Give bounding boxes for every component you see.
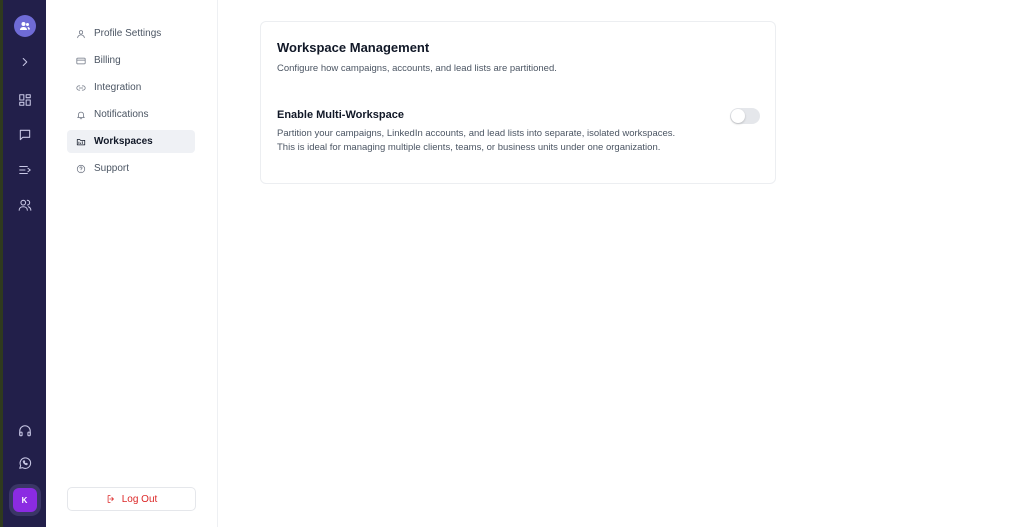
page-subtitle: Configure how campaigns, accounts, and l…: [277, 63, 557, 74]
logout-button[interactable]: Log Out: [67, 487, 196, 511]
sidebar-item-profile-settings[interactable]: Profile Settings: [67, 22, 195, 45]
sidebar-item-integration[interactable]: Integration: [67, 76, 195, 99]
bell-icon: [77, 111, 85, 119]
sidebar-item-workspaces[interactable]: Workspaces: [67, 130, 195, 153]
sidebar-item-label: Billing: [94, 55, 121, 66]
sidebar-item-label: Workspaces: [94, 136, 153, 147]
headphones-icon[interactable]: [13, 419, 37, 443]
link-icon: [76, 85, 86, 90]
credit-card-icon: [76, 57, 86, 64]
whatsapp-icon[interactable]: [13, 451, 37, 475]
page-title: Workspace Management: [277, 40, 430, 55]
multi-workspace-description: Partition your campaigns, LinkedIn accou…: [277, 128, 676, 153]
contacts-icon[interactable]: [13, 193, 37, 217]
chevron-right-icon[interactable]: [13, 50, 37, 74]
app-rail: K: [0, 0, 46, 527]
settings-sidebar: Profile Settings Billing Integration Not…: [46, 0, 218, 527]
sidebar-item-support[interactable]: Support: [67, 157, 195, 180]
workspace-management-card: Workspace Management Configure how campa…: [260, 21, 776, 184]
logout-icon: [107, 495, 114, 503]
folder-icon: [76, 138, 86, 145]
dashboard-icon[interactable]: [13, 88, 37, 112]
sidebar-item-label: Notifications: [94, 109, 149, 120]
user-avatar[interactable]: K: [12, 488, 37, 512]
user-icon: [77, 29, 85, 38]
users-logo-icon[interactable]: [13, 15, 36, 37]
help-circle-icon: [76, 164, 86, 173]
logout-label: Log Out: [121, 493, 158, 505]
sidebar-item-label: Profile Settings: [94, 28, 162, 39]
toggle-knob: [731, 109, 745, 123]
multi-workspace-title: Enable Multi-Workspace: [277, 109, 404, 121]
message-icon[interactable]: [13, 123, 37, 147]
sidebar-item-billing[interactable]: Billing: [67, 49, 195, 72]
multi-workspace-toggle[interactable]: [730, 108, 760, 124]
list-icon[interactable]: [13, 158, 37, 182]
sidebar-item-label: Integration: [94, 82, 142, 93]
sidebar-item-notifications[interactable]: Notifications: [67, 103, 195, 126]
sidebar-item-label: Support: [94, 163, 130, 174]
